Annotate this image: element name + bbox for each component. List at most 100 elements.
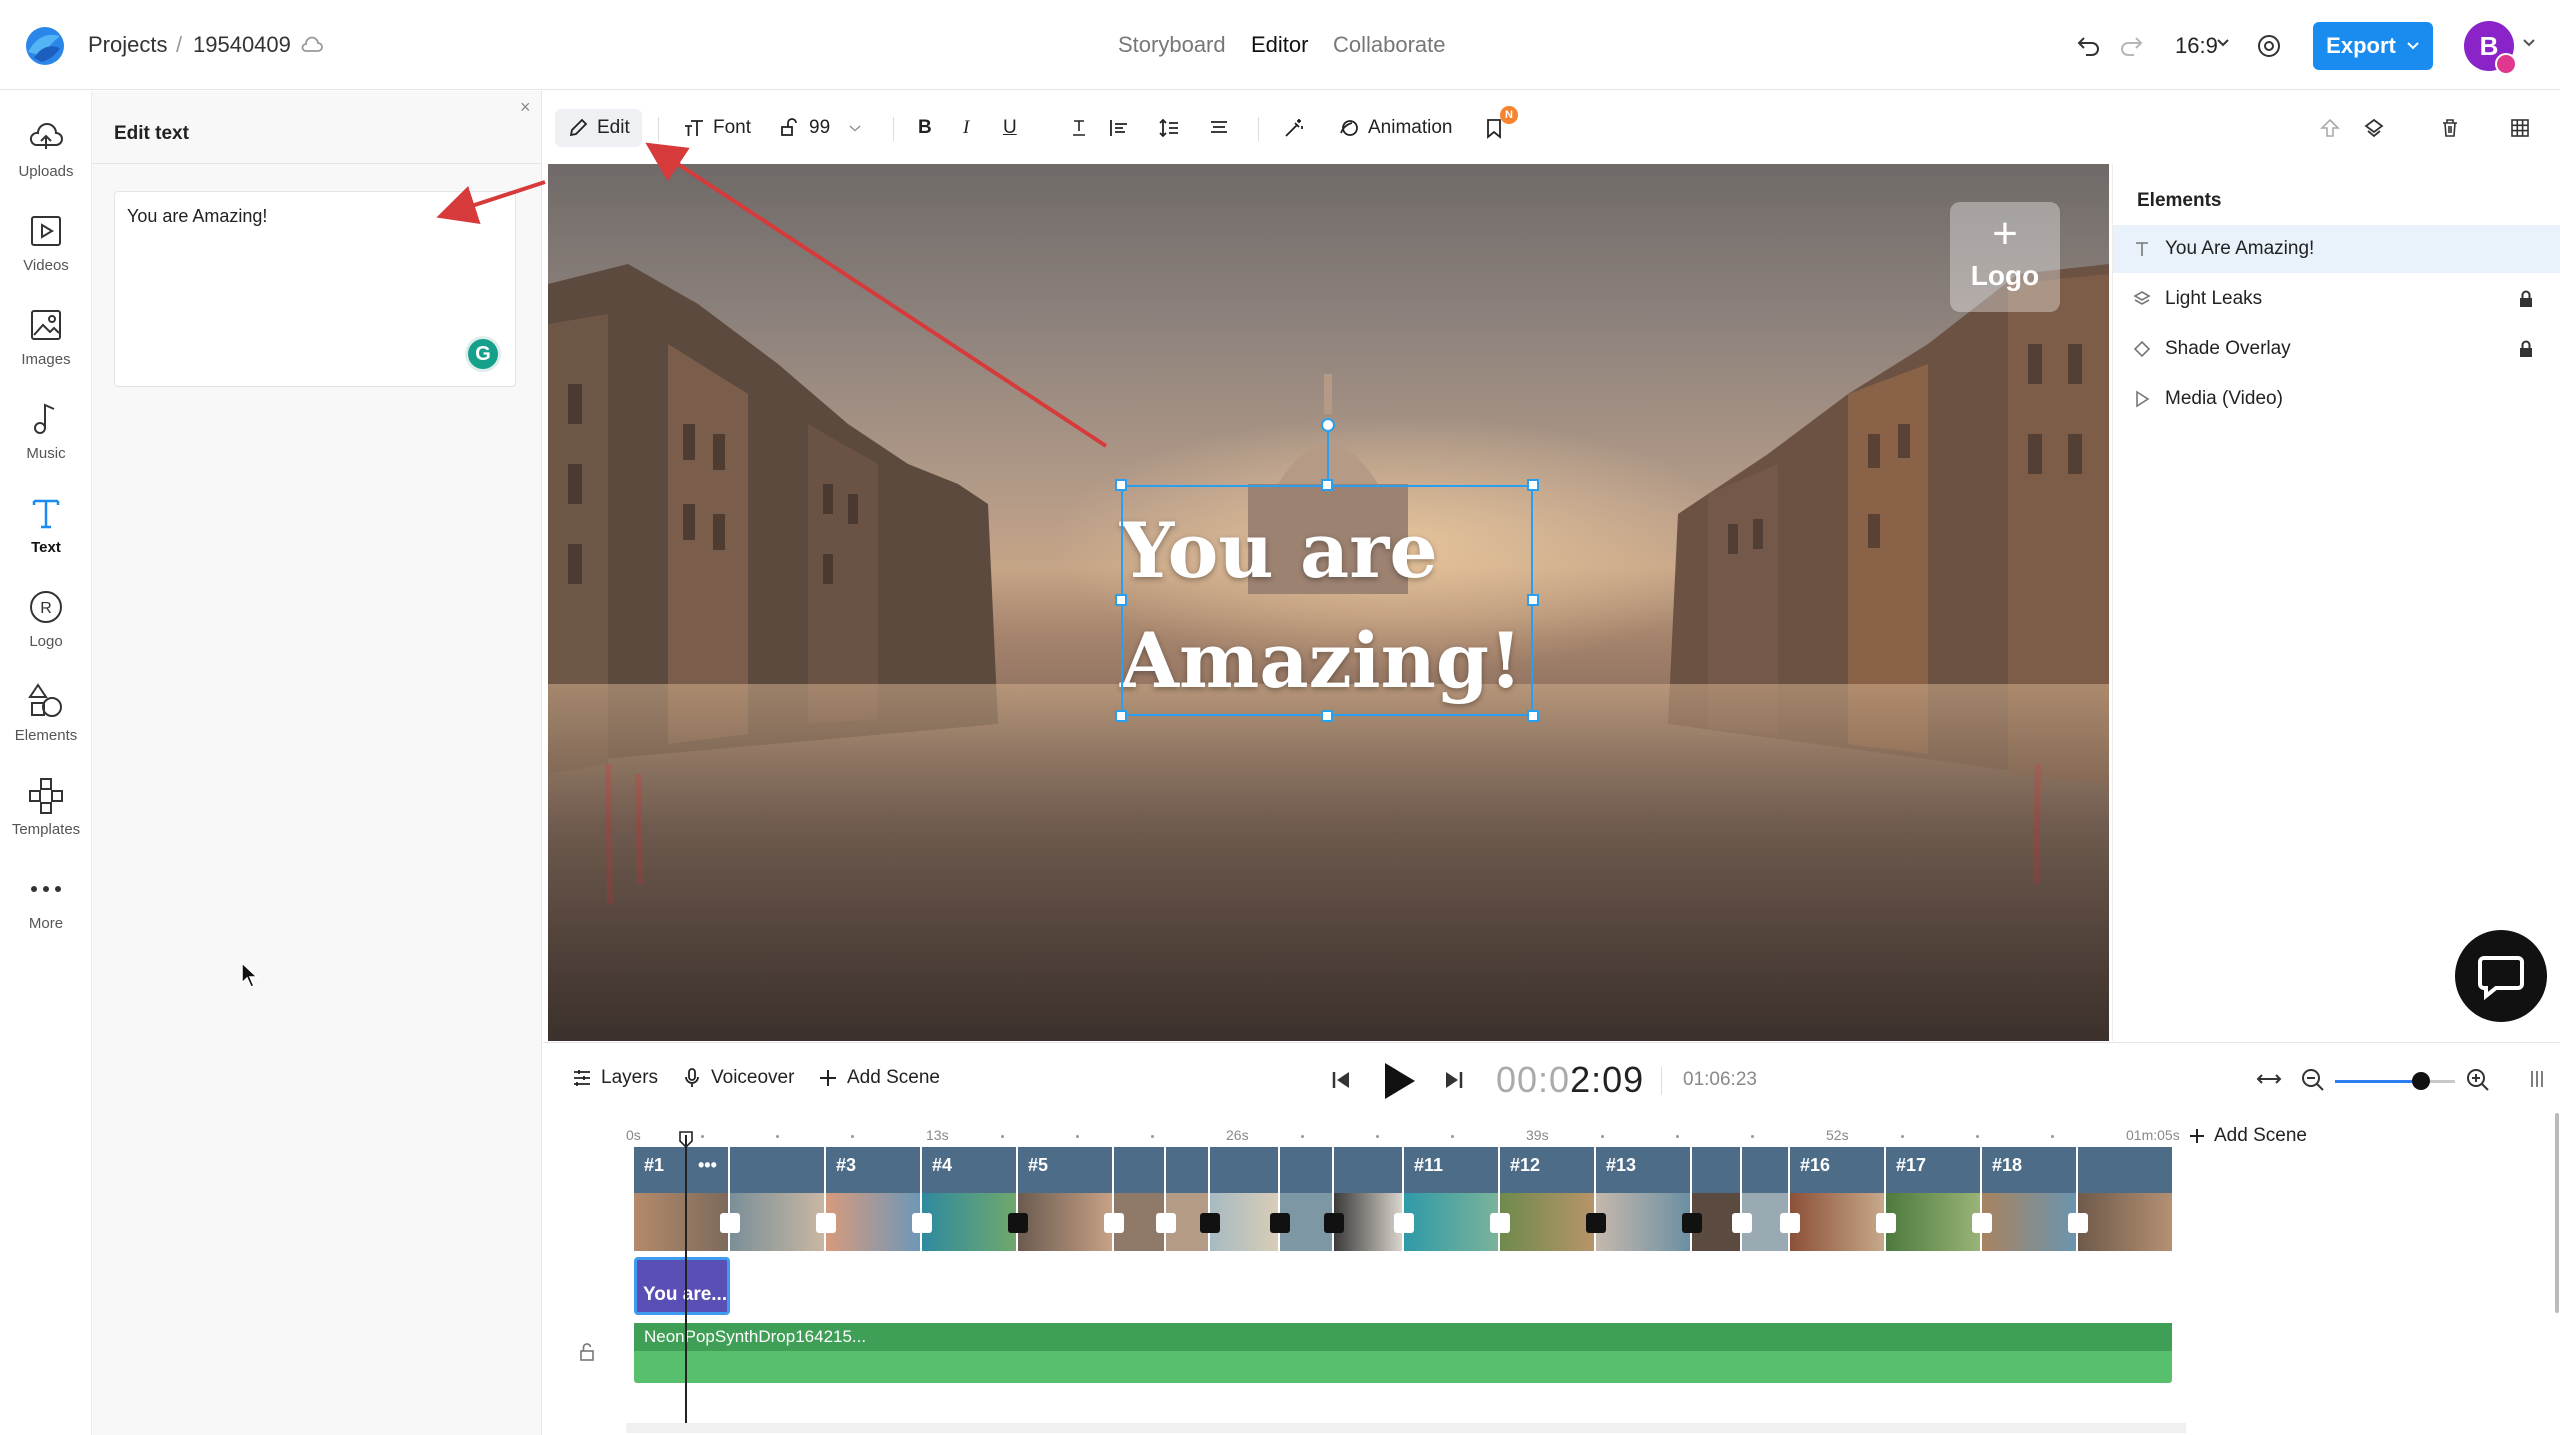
layers-button[interactable]: Layers <box>571 1067 658 1089</box>
resize-handle[interactable] <box>1527 479 1539 491</box>
transition-icon[interactable] <box>720 1213 740 1233</box>
scene-clip[interactable] <box>1742 1147 1790 1251</box>
rotation-handle[interactable] <box>1321 418 1335 432</box>
skip-back-icon[interactable] <box>1330 1069 1352 1091</box>
transition-icon[interactable] <box>1682 1213 1702 1233</box>
text-content-input[interactable]: You are Amazing! G <box>114 191 516 387</box>
sidebar-item-videos[interactable]: Videos <box>0 211 92 299</box>
resize-handle[interactable] <box>1527 710 1539 722</box>
element-row-light-leaks[interactable]: Light Leaks <box>2113 275 2560 323</box>
scene-clip[interactable] <box>1210 1147 1280 1251</box>
tab-collaborate[interactable]: Collaborate <box>1333 32 1446 58</box>
transition-icon[interactable] <box>1104 1213 1124 1233</box>
ruler-add-scene-button[interactable]: Add Scene <box>2188 1125 2307 1147</box>
transition-icon[interactable] <box>912 1213 932 1233</box>
transition-icon[interactable] <box>1586 1213 1606 1233</box>
skip-forward-icon[interactable] <box>1443 1069 1465 1091</box>
element-row-text[interactable]: You Are Amazing! <box>2113 225 2560 273</box>
resize-handle[interactable] <box>1321 710 1333 722</box>
aspect-ratio-select[interactable]: 16:9 <box>2175 33 2218 59</box>
scene-clip[interactable] <box>1692 1147 1742 1251</box>
element-row-shade-overlay[interactable]: Shade Overlay <box>2113 325 2560 373</box>
scene-clip[interactable]: #4 <box>922 1147 1018 1251</box>
text-align-button[interactable] <box>1208 109 1230 147</box>
line-height-button[interactable] <box>1158 109 1180 147</box>
transition-icon[interactable] <box>1780 1213 1800 1233</box>
app-logo-icon[interactable] <box>20 22 66 68</box>
scene-clip[interactable]: #16 <box>1790 1147 1886 1251</box>
lock-icon[interactable] <box>2517 340 2535 358</box>
audio-clip[interactable]: NeonPopSynthDrop164215... <box>634 1323 2172 1383</box>
scene-clip[interactable]: #11 <box>1404 1147 1500 1251</box>
voiceover-button[interactable]: Voiceover <box>681 1067 794 1089</box>
grammarly-icon[interactable]: G <box>465 336 501 372</box>
align-button[interactable] <box>1108 109 1130 147</box>
scene-clip[interactable]: #18 <box>1982 1147 2078 1251</box>
transition-icon[interactable] <box>1156 1213 1176 1233</box>
vertical-scrollbar[interactable] <box>2555 1113 2559 1313</box>
sidebar-item-music[interactable]: Music <box>0 399 92 487</box>
transition-icon[interactable] <box>1008 1213 1028 1233</box>
resize-handle[interactable] <box>1321 479 1333 491</box>
tab-storyboard[interactable]: Storyboard <box>1118 32 1226 58</box>
resize-handle[interactable] <box>1527 594 1539 606</box>
add-scene-button[interactable]: Add Scene <box>817 1067 940 1089</box>
underline-button[interactable]: U <box>1003 109 1017 147</box>
resize-handle[interactable] <box>1115 479 1127 491</box>
tab-editor[interactable]: Editor <box>1251 32 1308 58</box>
lock-icon[interactable] <box>2517 290 2535 308</box>
animation-button[interactable]: Animation <box>1338 109 1453 147</box>
redo-icon[interactable] <box>2118 32 2144 58</box>
scene-clip[interactable] <box>1334 1147 1404 1251</box>
horizontal-scrollbar[interactable] <box>626 1423 2186 1433</box>
sidebar-item-elements[interactable]: Elements <box>0 681 92 769</box>
text-clip[interactable]: You are... <box>634 1257 730 1315</box>
resize-handle[interactable] <box>1115 710 1127 722</box>
scene-clip[interactable]: #1 ••• <box>634 1147 730 1251</box>
transition-icon[interactable] <box>1490 1213 1510 1233</box>
transition-icon[interactable] <box>1200 1213 1220 1233</box>
sidebar-item-images[interactable]: Images <box>0 305 92 393</box>
transition-icon[interactable] <box>2068 1213 2088 1233</box>
magic-button[interactable] <box>1283 109 1305 147</box>
font-button[interactable]: Font <box>683 109 751 147</box>
zoom-in-icon[interactable] <box>2465 1067 2491 1093</box>
transition-icon[interactable] <box>1732 1213 1752 1233</box>
playhead[interactable] <box>685 1135 687 1431</box>
bring-forward-button[interactable] <box>2363 109 2385 147</box>
breadcrumb-projects[interactable]: Projects <box>88 32 167 58</box>
undo-icon[interactable] <box>2076 32 2102 58</box>
bold-button[interactable]: B <box>918 109 932 147</box>
unlock-icon[interactable] <box>579 1343 595 1361</box>
zoom-slider-handle[interactable] <box>2412 1072 2430 1090</box>
close-icon[interactable]: × <box>520 97 531 118</box>
scene-clip[interactable] <box>730 1147 826 1251</box>
chevron-down-icon[interactable] <box>2216 38 2230 48</box>
transition-icon[interactable] <box>1394 1213 1414 1233</box>
chat-support-button[interactable] <box>2455 930 2547 1022</box>
export-button[interactable]: Export <box>2313 22 2433 70</box>
italic-button[interactable]: I <box>963 109 969 147</box>
transition-icon[interactable] <box>1876 1213 1896 1233</box>
sidebar-item-uploads[interactable]: Uploads <box>0 117 92 205</box>
scene-clip[interactable]: #13 <box>1596 1147 1692 1251</box>
sidebar-item-logo[interactable]: R Logo <box>0 587 92 675</box>
element-row-media-video[interactable]: Media (Video) <box>2113 375 2560 423</box>
edit-button[interactable]: Edit <box>555 109 642 147</box>
transition-icon[interactable] <box>1972 1213 1992 1233</box>
scene-clip[interactable]: #17 <box>1886 1147 1982 1251</box>
timeline-options-icon[interactable] <box>2528 1067 2546 1091</box>
transition-icon[interactable] <box>1324 1213 1344 1233</box>
grid-button[interactable] <box>2509 109 2531 147</box>
scene-clip[interactable] <box>2078 1147 2172 1251</box>
settings-icon[interactable] <box>2255 32 2283 60</box>
play-icon[interactable] <box>1381 1061 1417 1101</box>
logo-placeholder[interactable]: + Logo <box>1950 202 2060 312</box>
sidebar-item-text[interactable]: Text <box>0 493 92 581</box>
transition-icon[interactable] <box>816 1213 836 1233</box>
zoom-out-icon[interactable] <box>2300 1067 2326 1093</box>
send-backward-button[interactable] <box>2319 109 2341 147</box>
chevron-down-icon[interactable] <box>2522 38 2536 48</box>
video-canvas[interactable]: + Logo You are Amazing! <box>548 164 2109 1041</box>
sidebar-item-templates[interactable]: Templates <box>0 775 92 863</box>
